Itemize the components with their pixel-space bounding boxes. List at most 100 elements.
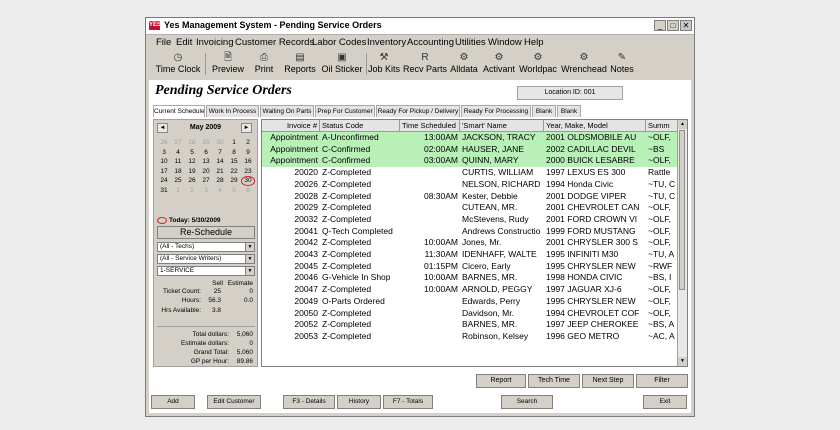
calendar-day[interactable]: 2: [185, 186, 199, 196]
table-row[interactable]: 20046 G-Vehicle In Shop 10:00AM BARNES, MR.…: [262, 272, 678, 284]
calendar-day[interactable]: 31: [157, 186, 171, 196]
calendar-day[interactable]: 9: [241, 148, 255, 158]
calendar-day[interactable]: 3: [199, 186, 213, 196]
f3-details-button[interactable]: F3 - Details: [283, 395, 335, 409]
tab-work-in-process[interactable]: Work In Process: [206, 105, 259, 117]
calendar-day[interactable]: 2: [241, 138, 255, 148]
calendar-day[interactable]: 29: [227, 176, 241, 186]
maximize-button[interactable]: □: [667, 20, 679, 31]
reschedule-button[interactable]: Re-Schedule: [157, 226, 255, 239]
calendar-day[interactable]: 8: [227, 148, 241, 158]
table-row[interactable]: 20047 Z-Completed 10:00AM ARNOLD, PEGGY 1997…: [262, 284, 678, 296]
calendar-day[interactable]: 6: [199, 148, 213, 158]
job-kits-button[interactable]: ⚒ Job Kits: [367, 51, 401, 77]
calendar-day[interactable]: 26: [185, 176, 199, 186]
service-writer-filter-select[interactable]: (All - Service Writers) ▼: [157, 254, 255, 264]
filter-button[interactable]: Filter: [636, 374, 688, 388]
tab-ready-for-pickup[interactable]: Ready For Pickup / Delivery: [376, 105, 460, 117]
calendar-day[interactable]: 22: [227, 167, 241, 177]
minimize-button[interactable]: _: [654, 20, 666, 31]
calendar-day[interactable]: 26: [157, 138, 171, 148]
add-button[interactable]: Add: [151, 395, 195, 409]
tab-prep-for-customer[interactable]: Prep For Customer: [315, 105, 375, 117]
calendar-day[interactable]: 27: [171, 138, 185, 148]
scroll-down-icon[interactable]: ▼: [678, 357, 687, 366]
alldata-button[interactable]: ⚙ Alldata: [449, 51, 479, 77]
calendar-day[interactable]: 15: [227, 157, 241, 167]
column-header-name[interactable]: 'Smart' Name: [460, 120, 544, 131]
calendar-day[interactable]: 21: [213, 167, 227, 177]
menu-edit[interactable]: Edit: [176, 37, 192, 48]
calendar-day[interactable]: 1: [227, 138, 241, 148]
time-clock-button[interactable]: ◷ Time Clock: [154, 51, 202, 77]
tab-blank-1[interactable]: Blank: [532, 105, 556, 117]
table-row[interactable]: 20043 Z-Completed 11:30AM IDENHAFF, WALTE 19…: [262, 249, 678, 261]
calendar-day[interactable]: 4: [213, 186, 227, 196]
next-step-button[interactable]: Next Step: [582, 374, 634, 388]
scroll-thumb[interactable]: [679, 130, 685, 290]
table-row[interactable]: 20029 Z-Completed CUTEAN, MR. 2001 CHEVROLE…: [262, 202, 678, 214]
calendar-day[interactable]: 28: [185, 138, 199, 148]
table-row[interactable]: Appointment A-Unconfirmed 13:00AM JACKSON, …: [262, 132, 678, 144]
calendar-day[interactable]: 19: [185, 167, 199, 177]
print-button[interactable]: ⎙ Print: [250, 51, 278, 77]
activant-button[interactable]: ⚙ Activant: [481, 51, 517, 77]
calendar-day[interactable]: 28: [213, 176, 227, 186]
tab-current-schedule[interactable]: Current Schedule: [153, 105, 205, 117]
close-button[interactable]: ✕: [680, 20, 692, 31]
menu-invoicing[interactable]: Invoicing: [196, 37, 234, 48]
column-header-status[interactable]: Status Code: [320, 120, 400, 131]
calendar-day[interactable]: 1: [171, 186, 185, 196]
calendar-day[interactable]: 3: [157, 148, 171, 158]
calendar-day[interactable]: 30: [213, 138, 227, 148]
exit-button[interactable]: Exit: [643, 395, 687, 409]
department-filter-select[interactable]: 1-SERVICE ▼: [157, 266, 255, 276]
vertical-scrollbar[interactable]: ▲ ▼: [677, 120, 687, 366]
tech-filter-select[interactable]: (All - Techs) ▼: [157, 242, 255, 252]
f7-totals-button[interactable]: F7 - Totals: [383, 395, 433, 409]
table-row[interactable]: 20032 Z-Completed McStevens, Rudy 2001 FORD…: [262, 214, 678, 226]
calendar-day[interactable]: 18: [171, 167, 185, 177]
tech-time-button[interactable]: Tech Time: [528, 374, 580, 388]
table-row[interactable]: 20042 Z-Completed 10:00AM Jones, Mr. 2001 CH…: [262, 237, 678, 249]
history-button[interactable]: History: [337, 395, 381, 409]
menu-inventory[interactable]: Inventory: [367, 37, 406, 48]
calendar-day[interactable]: 27: [199, 176, 213, 186]
search-button[interactable]: Search: [501, 395, 553, 409]
column-header-vehicle[interactable]: Year, Make, Model: [544, 120, 646, 131]
column-header-time[interactable]: Time Scheduled: [400, 120, 460, 131]
menu-utilities[interactable]: Utilities: [455, 37, 486, 48]
column-header-summary[interactable]: Summ: [646, 120, 678, 131]
worldpac-button[interactable]: ⚙ Worldpac: [518, 51, 558, 77]
report-button[interactable]: Report: [476, 374, 526, 388]
table-row[interactable]: 20020 Z-Completed CURTIS, WILLIAM 1997 LEXU…: [262, 167, 678, 179]
table-row[interactable]: 20028 Z-Completed 08:30AM Kester, Debbie 200…: [262, 191, 678, 203]
edit-customer-button[interactable]: Edit Customer: [207, 395, 261, 409]
menu-help[interactable]: Help: [524, 37, 544, 48]
calendar-day[interactable]: 14: [213, 157, 227, 167]
reports-button[interactable]: ▤ Reports: [282, 51, 318, 77]
scroll-up-icon[interactable]: ▲: [678, 120, 687, 129]
table-row[interactable]: 20053 Z-Completed Robinson, Kelsey 1996 GEO…: [262, 331, 678, 343]
calendar-day[interactable]: 20: [199, 167, 213, 177]
table-row[interactable]: Appointment C-Confirmed 03:00AM QUINN, MARY…: [262, 155, 678, 168]
calendar-day[interactable]: 13: [199, 157, 213, 167]
calendar-day[interactable]: 29: [199, 138, 213, 148]
table-row[interactable]: 20041 Q-Tech Completed Andrews Constructio…: [262, 226, 678, 238]
table-row[interactable]: 20049 O-Parts Ordered Edwards, Perry 1995 C…: [262, 296, 678, 308]
oil-sticker-button[interactable]: ▣ Oil Sticker: [320, 51, 364, 77]
recv-parts-button[interactable]: R Recv Parts: [403, 51, 447, 77]
table-row[interactable]: 20052 Z-Completed BARNES, MR. 1997 JEEP CHE…: [262, 319, 678, 331]
calendar-day[interactable]: 5: [227, 186, 241, 196]
menu-labor-codes[interactable]: Labor Codes: [312, 37, 366, 48]
calendar-day[interactable]: 25: [171, 176, 185, 186]
calendar-day[interactable]: 5: [185, 148, 199, 158]
table-row[interactable]: Appointment C-Confirmed 02:00AM HAUSER, JAN…: [262, 143, 678, 156]
calendar-day[interactable]: 10: [157, 157, 171, 167]
table-row[interactable]: 20045 Z-Completed 01:15PM Cicero, Early 1995…: [262, 261, 678, 273]
tab-ready-for-processing[interactable]: Ready For Processing: [461, 105, 531, 117]
calendar-day[interactable]: 11: [171, 157, 185, 167]
column-header-invoice[interactable]: Invoice #: [262, 120, 320, 131]
calendar-day[interactable]: 4: [171, 148, 185, 158]
calendar-day[interactable]: 24: [157, 176, 171, 186]
